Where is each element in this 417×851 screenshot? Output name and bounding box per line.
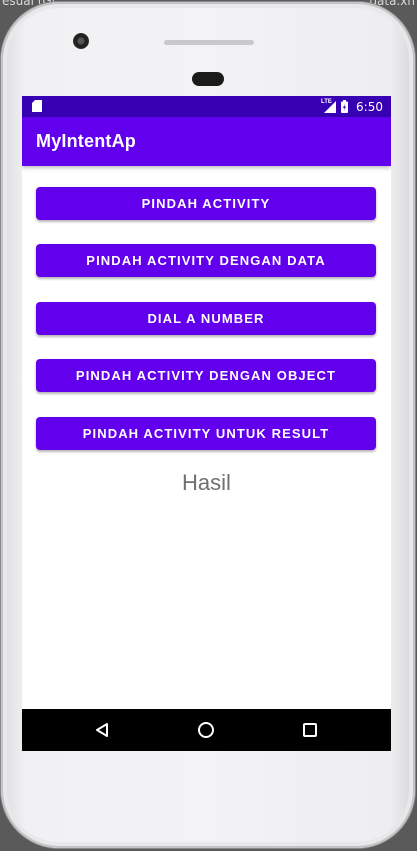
dial-a-number-button[interactable]: DIAL A NUMBER (36, 302, 376, 335)
recents-square-icon[interactable] (297, 717, 323, 743)
navigation-bar (22, 709, 391, 751)
status-time: 6:50 (356, 99, 383, 114)
app-title: MyIntentAp (36, 131, 136, 151)
earpiece-speaker (164, 40, 254, 45)
pindah-activity-button[interactable]: PINDAH ACTIVITY (36, 187, 376, 220)
lte-signal-icon: LTE (321, 98, 337, 114)
device-screen: LTE 6:50 MyIntentAp PINDAH ACTIVITY PIND… (22, 96, 391, 751)
network-type-label: LTE (321, 98, 332, 105)
proximity-sensor (192, 72, 224, 86)
sd-card-icon (32, 100, 42, 112)
pindah-activity-untuk-result-button[interactable]: PINDAH ACTIVITY UNTUK RESULT (36, 417, 376, 450)
back-triangle-icon[interactable] (89, 717, 115, 743)
battery-icon (341, 100, 349, 113)
home-circle-icon[interactable] (193, 717, 219, 743)
result-text: Hasil (182, 470, 231, 495)
app-bar: MyIntentAp (22, 117, 391, 166)
status-icons: LTE 6:50 (321, 98, 383, 115)
pindah-activity-dengan-object-button[interactable]: PINDAH ACTIVITY DENGAN OBJECT (36, 359, 376, 392)
front-camera (73, 33, 89, 49)
pindah-activity-dengan-data-button[interactable]: PINDAH ACTIVITY DENGAN DATA (36, 244, 376, 277)
status-bar: LTE 6:50 (22, 96, 391, 117)
